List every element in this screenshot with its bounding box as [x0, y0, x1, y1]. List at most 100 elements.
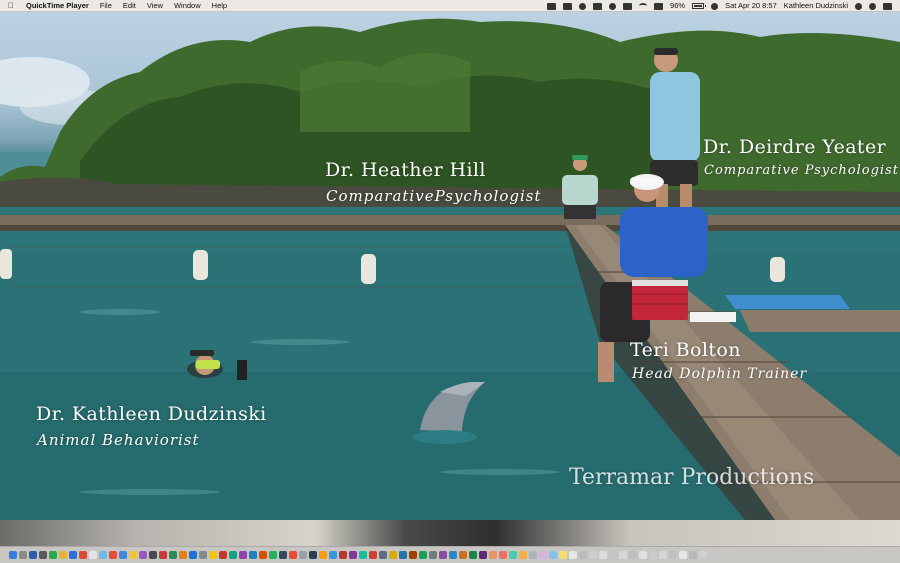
dock-app-icon[interactable]: [219, 551, 227, 559]
dock-app-icon[interactable]: [239, 551, 247, 559]
dock-app-icon[interactable]: [669, 551, 677, 559]
bluetooth-icon[interactable]: [623, 2, 633, 10]
dock-app-icon[interactable]: [609, 551, 617, 559]
dock-app-icon[interactable]: [179, 551, 187, 559]
dock-app-icon[interactable]: [629, 551, 637, 559]
dock-app-icon[interactable]: [509, 551, 517, 559]
edit-menu[interactable]: Edit: [123, 0, 136, 11]
dock-app-icon[interactable]: [399, 551, 407, 559]
dock-app-icon[interactable]: [129, 551, 137, 559]
help-menu[interactable]: Help: [212, 0, 227, 11]
dock-app-icon[interactable]: [649, 551, 657, 559]
dock-app-icon[interactable]: [299, 551, 307, 559]
dock-app-icon[interactable]: [269, 551, 277, 559]
dock-app-icon[interactable]: [9, 551, 17, 559]
yeater-name-caption: Dr. Deirdre Yeater: [703, 136, 887, 158]
dock-app-icon[interactable]: [19, 551, 27, 559]
dock-app-icon[interactable]: [99, 551, 107, 559]
dock-app-icon[interactable]: [149, 551, 157, 559]
window-menu[interactable]: Window: [174, 0, 201, 11]
time-machine-icon[interactable]: [593, 2, 603, 10]
dropbox-icon[interactable]: [563, 2, 573, 10]
dock-app-icon[interactable]: [359, 551, 367, 559]
dock-app-icon[interactable]: [409, 551, 417, 559]
dock-app-icon[interactable]: [319, 551, 327, 559]
dock-app-icon[interactable]: [589, 551, 597, 559]
clock-icon[interactable]: [609, 2, 617, 10]
dock-app-icon[interactable]: [309, 551, 317, 559]
dock-app-icon[interactable]: [529, 551, 537, 559]
dock: [0, 546, 900, 563]
dock-app-icon[interactable]: [169, 551, 177, 559]
dock-app-icon[interactable]: [519, 551, 527, 559]
user-name[interactable]: Kathleen Dudzinski: [784, 0, 848, 11]
view-menu[interactable]: View: [147, 0, 163, 11]
volume-icon[interactable]: [654, 2, 664, 10]
dock-app-icon[interactable]: [439, 551, 447, 559]
dock-app-icon[interactable]: [389, 551, 397, 559]
dock-app-icon[interactable]: [699, 551, 707, 559]
dock-app-icon[interactable]: [579, 551, 587, 559]
dock-app-icon[interactable]: [249, 551, 257, 559]
dock-app-icon[interactable]: [349, 551, 357, 559]
dock-app-icon[interactable]: [289, 551, 297, 559]
dock-app-icon[interactable]: [49, 551, 57, 559]
dock-app-icon[interactable]: [159, 551, 167, 559]
dock-app-icon[interactable]: [419, 551, 427, 559]
dock-app-icon[interactable]: [199, 551, 207, 559]
bolton-name-caption: Teri Bolton: [630, 339, 741, 361]
dock-app-icon[interactable]: [109, 551, 117, 559]
dock-app-icon[interactable]: [549, 551, 557, 559]
clock-datetime[interactable]: Sat Apr 20 8:57: [725, 0, 777, 11]
dock-app-icon[interactable]: [429, 551, 437, 559]
dock-app-icon[interactable]: [459, 551, 467, 559]
siri-icon[interactable]: [869, 2, 876, 10]
notification-center-icon[interactable]: [883, 2, 892, 10]
flag-icon[interactable]: [711, 2, 719, 10]
extension-icon[interactable]: [547, 2, 557, 10]
dock-app-icon[interactable]: [259, 551, 267, 559]
battery-percent[interactable]: 96%: [670, 0, 685, 11]
dock-app-icon[interactable]: [679, 551, 687, 559]
dock-app-icon[interactable]: [479, 551, 487, 559]
dock-app-icon[interactable]: [499, 551, 507, 559]
video-frame[interactable]: Dr. Heather Hill ComparativePsychologist…: [0, 12, 900, 520]
app-menu[interactable]: QuickTime Player: [26, 0, 89, 11]
dock-app-icon[interactable]: [369, 551, 377, 559]
dock-app-icon[interactable]: [379, 551, 387, 559]
dock-app-icon[interactable]: [69, 551, 77, 559]
dock-app-icon[interactable]: [209, 551, 217, 559]
dock-app-icon[interactable]: [689, 551, 697, 559]
dock-app-icon[interactable]: [329, 551, 337, 559]
dock-app-icon[interactable]: [559, 551, 567, 559]
sync-icon[interactable]: [579, 2, 587, 10]
dock-app-icon[interactable]: [639, 551, 647, 559]
dock-app-icon[interactable]: [569, 551, 577, 559]
dock-app-icon[interactable]: [489, 551, 497, 559]
dock-app-icon[interactable]: [599, 551, 607, 559]
dock-app-icon[interactable]: [79, 551, 87, 559]
dock-app-icon[interactable]: [449, 551, 457, 559]
dock-app-icon[interactable]: [279, 551, 287, 559]
wifi-icon[interactable]: [639, 3, 648, 9]
hill-name-caption: Dr. Heather Hill: [325, 159, 486, 181]
dock-app-icon[interactable]: [189, 551, 197, 559]
dock-app-icon[interactable]: [59, 551, 67, 559]
dock-app-icon[interactable]: [89, 551, 97, 559]
file-menu[interactable]: File: [100, 0, 112, 11]
dock-app-icon[interactable]: [469, 551, 477, 559]
dock-app-icon[interactable]: [659, 551, 667, 559]
dock-app-icon[interactable]: [339, 551, 347, 559]
desktop-background: [0, 520, 900, 546]
dock-app-icon[interactable]: [539, 551, 547, 559]
dock-app-icon[interactable]: [39, 551, 47, 559]
dock-app-icon[interactable]: [229, 551, 237, 559]
apple-menu-icon[interactable]: : [7, 0, 15, 11]
hill-role-caption: ComparativePsychologist: [326, 187, 542, 205]
search-icon[interactable]: [855, 2, 862, 10]
dock-app-icon[interactable]: [29, 551, 37, 559]
battery-icon[interactable]: [692, 3, 707, 9]
dock-app-icon[interactable]: [139, 551, 147, 559]
dock-app-icon[interactable]: [619, 551, 627, 559]
dock-app-icon[interactable]: [119, 551, 127, 559]
